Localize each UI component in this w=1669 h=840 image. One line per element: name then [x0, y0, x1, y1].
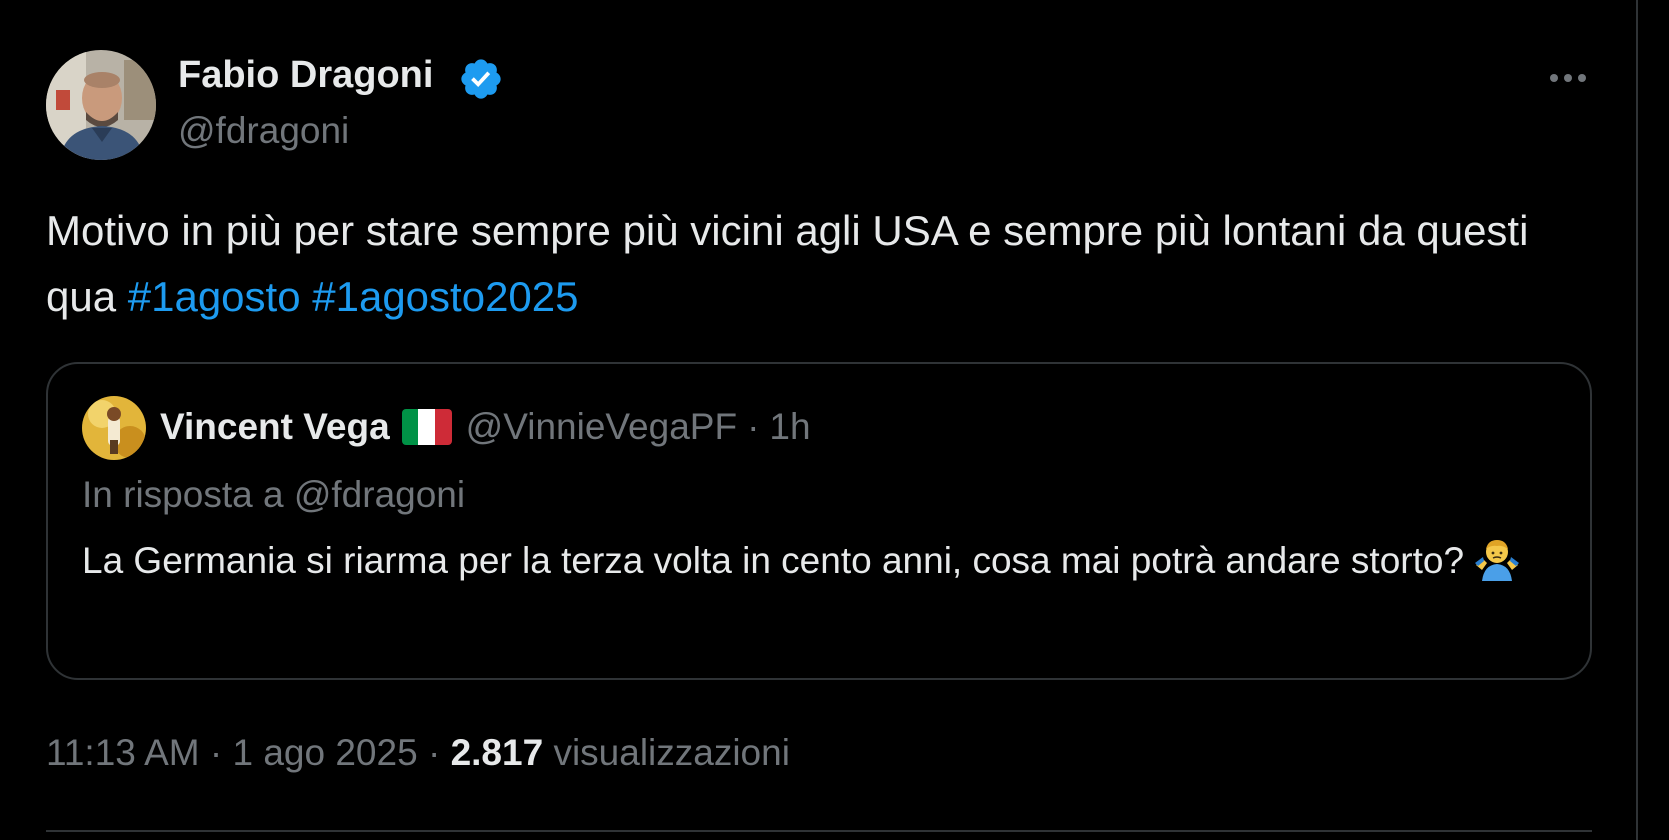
italy-flag-icon — [401, 409, 452, 445]
hashtag-link[interactable]: #1agosto2025 — [312, 273, 578, 320]
author-name[interactable]: Fabio Dragoni — [178, 54, 433, 97]
reply-context: In risposta a @fdragoni — [82, 474, 466, 515]
more-dot — [1550, 74, 1558, 82]
quoted-author-handle[interactable]: @VinnieVegaPF — [466, 406, 737, 448]
more-dot — [1564, 74, 1572, 82]
verified-badge-icon[interactable] — [458, 56, 504, 102]
quoted-body: La Germania si riarma per la terza volta… — [82, 540, 1465, 581]
views-count: 2.817 — [450, 732, 544, 773]
quoted-tweet-card[interactable]: Vincent Vega @VinnieVegaPF · 1h In rispo… — [46, 362, 1592, 680]
separator-dot: · — [427, 732, 441, 773]
person-shrugging-emoji-icon — [1474, 539, 1520, 596]
divider — [46, 830, 1592, 832]
tweet: Fabio Dragoni @fdragoni Motivo in più pe… — [0, 0, 1636, 840]
tweet-date[interactable]: 1 ago 2025 — [232, 732, 417, 773]
more-dot — [1578, 74, 1586, 82]
more-options-icon[interactable] — [1538, 60, 1598, 96]
tweet-meta: 11:13 AM · 1 ago 2025 · 2.817 visualizza… — [46, 732, 790, 774]
views-label: visualizzazioni — [553, 732, 790, 773]
tweet-text: Motivo in più per stare sempre più vicin… — [46, 198, 1606, 330]
tweet-time[interactable]: 11:13 AM — [46, 732, 200, 773]
column-border — [1636, 0, 1638, 840]
quoted-timestamp[interactable]: 1h — [769, 406, 810, 448]
hashtag-link[interactable]: #1agosto — [128, 273, 301, 320]
quoted-author-name[interactable]: Vincent Vega — [160, 406, 390, 448]
quoted-text: La Germania si riarma per la terza volta… — [82, 534, 1552, 596]
separator-dot: · — [747, 406, 760, 447]
quoted-header: Vincent Vega @VinnieVegaPF · 1h — [160, 406, 811, 448]
separator-dot: · — [209, 732, 223, 773]
quoted-author-avatar[interactable] — [82, 396, 146, 460]
author-avatar[interactable] — [46, 50, 156, 160]
author-handle[interactable]: @fdragoni — [178, 110, 349, 152]
